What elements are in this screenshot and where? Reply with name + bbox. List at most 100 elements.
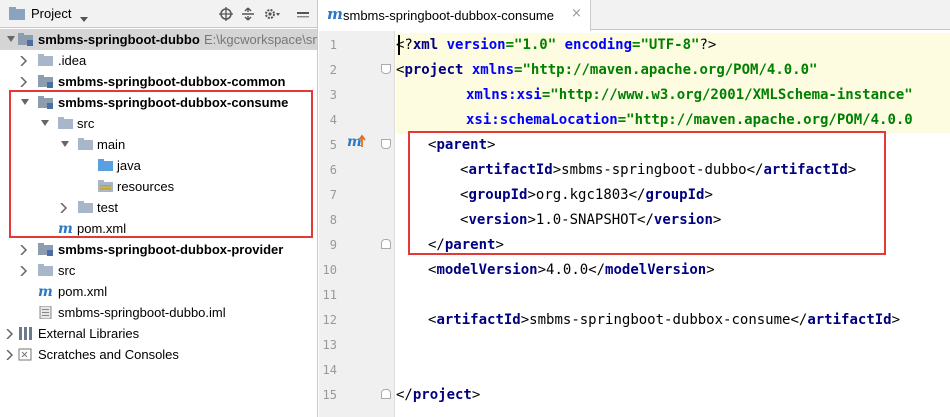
line-number: 8 [329,213,337,227]
line-number: 2 [329,63,337,77]
code-token: project [404,62,464,78]
code-line: </project> [396,387,481,403]
module-folder-icon [38,243,54,256]
code-token: artifactId [807,312,892,328]
code-token: project [412,387,472,403]
code-token: smbms-springboot-dubbox-consume [529,312,791,328]
iml-file-icon [38,305,54,320]
project-panel: Project smbms-springboot-dubbo E:\kgcwor… [0,0,318,417]
fold-icon[interactable] [381,139,391,149]
line-number: 14 [322,363,337,377]
tree-label: .idea [58,53,87,68]
line-number: 1 [329,38,337,52]
code-token: ="1.0" [505,37,557,53]
tree-item-idea[interactable]: .idea [0,50,317,71]
svg-text:m: m [38,285,53,298]
tree-item-root-src[interactable]: src [0,260,317,281]
line-number: 4 [329,113,337,127]
code-token: ?> [699,37,717,53]
gear-icon[interactable] [263,5,281,23]
tree-item-external-libraries[interactable]: External Libraries [0,323,317,344]
code-token: xmlns:xsi [466,87,542,103]
code-token: xml [412,37,439,53]
tree-item-root-pom[interactable]: m pom.xml [0,281,317,302]
tree-label: smbms-springboot-dubbo.iml [58,305,226,320]
line-number: 9 [329,238,337,252]
code-token: ="http://maven.apache.org/POM/4.0.0" [514,62,818,78]
module-folder-icon [38,75,54,88]
code-token: encoding [556,37,633,53]
editor-tab-bar: m smbms-springboot-dubbox-consume × [319,0,950,31]
collapse-all-icon[interactable] [239,5,257,23]
tree-label: smbms-springboot-dubbox-common [58,74,286,89]
code-line: xsi:schemaLocation="http://maven.apache.… [396,108,950,133]
fold-end-icon[interactable] [381,239,391,249]
code-token: ="UTF-8" [632,37,700,53]
tree-item-scratches[interactable]: Scratches and Consoles [0,344,317,365]
line-number: 5 [329,138,337,152]
line-number: 15 [322,388,337,402]
folder-icon [38,264,54,277]
tree-label: src [58,263,76,278]
tree-item-root-module[interactable]: smbms-springboot-dubbo E:\kgcworkspace\s… [0,29,318,50]
close-icon[interactable]: × [571,6,582,21]
editor: m smbms-springboot-dubbox-consume × 1 2 … [319,0,950,417]
folder-icon [38,54,54,67]
collapsed-arrow-icon[interactable] [18,260,32,281]
collapsed-arrow-icon[interactable] [18,239,32,260]
tree-label: External Libraries [38,326,140,341]
line-number: 11 [322,288,337,302]
fold-end-icon[interactable] [381,389,391,399]
scratches-icon [18,348,34,361]
panel-header: Project [0,0,317,28]
code-token: xmlns [463,62,515,78]
code-token: modelVersion [605,262,707,278]
line-gutter: 1 2 3 4 5 6 7 8 9 10 11 12 13 14 15 m [319,31,395,417]
line-number: 3 [329,88,337,102]
line-number: 6 [329,163,337,177]
module-path: E:\kgcworkspace\sm [204,32,318,47]
code-token: modelVersion [436,262,538,278]
tree-label: pom.xml [58,284,108,299]
project-view-icon[interactable] [8,6,26,25]
collapsed-arrow-icon[interactable] [4,323,18,344]
editor-highlight-box [408,131,886,255]
line-number: 12 [322,313,337,327]
maven-icon: m [38,284,54,300]
tree-label: Scratches and Consoles [38,347,179,362]
library-icon [18,327,34,340]
tree-item-iml[interactable]: smbms-springboot-dubbo.iml [0,302,317,323]
expand-arrow-icon[interactable] [4,29,18,50]
svg-text:m: m [347,134,362,150]
editor-tab[interactable]: m smbms-springboot-dubbox-consume × [319,0,591,31]
collapsed-arrow-icon[interactable] [18,71,32,92]
line-number: 7 [329,188,337,202]
code-line: <artifactId>smbms-springboot-dubbox-cons… [428,312,901,328]
tree-item-provider-module[interactable]: smbms-springboot-dubbox-provider [0,239,317,260]
code-line: xmlns:xsi="http://www.w3.org/2001/XMLSch… [396,83,950,108]
tree-label: smbms-springboot-dubbo [38,32,200,47]
line-number: 13 [322,338,337,352]
locate-icon[interactable] [217,5,235,23]
code-token: ="http://maven.apache.org/POM/4.0.0 [617,112,913,128]
tree-highlight-box [9,90,313,238]
maven-parent-marker-icon[interactable]: m [347,133,367,154]
code-token: 4.0.0 [546,262,589,278]
tree-item-common-module[interactable]: smbms-springboot-dubbox-common [0,71,317,92]
module-folder-icon [18,33,34,46]
code-token: xsi:schemaLocation [466,112,618,128]
panel-title[interactable]: Project [31,6,71,21]
collapsed-arrow-icon[interactable] [18,50,32,71]
tab-label: smbms-springboot-dubbox-consume [343,8,554,23]
tree-label: smbms-springboot-dubbox-provider [58,242,284,257]
fold-icon[interactable] [381,64,391,74]
code-token: version [438,37,506,53]
code-token: artifactId [436,312,521,328]
collapsed-arrow-icon[interactable] [4,344,18,365]
hide-panel-icon[interactable] [294,5,312,23]
code-token: ="http://www.w3.org/2001/XMLSchema-insta… [541,87,913,103]
code-line: <project xmlns="http://maven.apache.org/… [396,58,950,83]
code-line: <?xml version="1.0" encoding="UTF-8"?> [396,33,950,58]
code-line: <modelVersion>4.0.0</modelVersion> [428,262,715,278]
dropdown-icon[interactable] [80,11,88,26]
